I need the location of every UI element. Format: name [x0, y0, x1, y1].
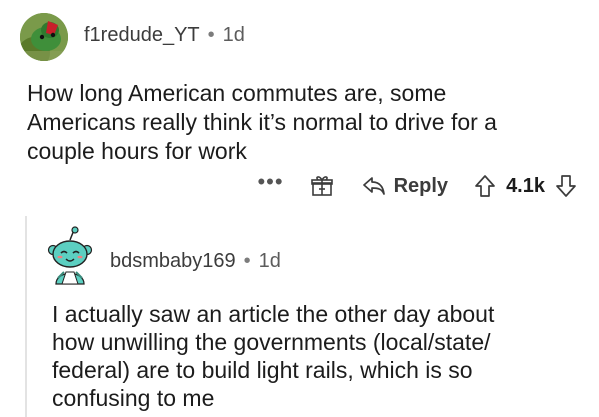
- comment-line: couple hours for work: [27, 138, 247, 164]
- username[interactable]: f1redude_YT: [84, 24, 200, 47]
- username[interactable]: bdsmbaby169: [110, 250, 236, 273]
- reply-label[interactable]: Reply: [394, 175, 448, 198]
- gift-icon[interactable]: [310, 174, 334, 198]
- comment-line: Americans really think it’s normal to dr…: [27, 109, 497, 135]
- comment-line: I actually saw an article the other day …: [52, 301, 495, 327]
- vote-controls: 4.1k: [474, 174, 577, 198]
- snoo-avatar-icon: [47, 226, 93, 285]
- comment-header: f1redude_YT • 1d: [84, 24, 245, 47]
- thread-line[interactable]: [25, 216, 27, 417]
- vote-count: 4.1k: [506, 174, 545, 197]
- reply-button[interactable]: Reply: [362, 175, 448, 198]
- timestamp[interactable]: 1d: [259, 250, 281, 273]
- comment-actions: ••• Reply 4.1k: [257, 170, 577, 202]
- frog-avatar-icon: [20, 13, 68, 61]
- meta-separator: •: [207, 24, 215, 46]
- meta-separator: •: [243, 250, 251, 272]
- more-options-button[interactable]: •••: [257, 171, 283, 193]
- comment-body: I actually saw an article the other day …: [52, 300, 592, 412]
- avatar-f1redude[interactable]: [20, 13, 68, 61]
- comment-line: confusing to me: [52, 385, 215, 411]
- comment-line: How long American commutes are, some: [27, 80, 447, 106]
- upvote-arrow-icon[interactable]: [474, 174, 496, 198]
- downvote-arrow-icon[interactable]: [555, 174, 577, 198]
- reply-arrow-icon: [362, 176, 386, 196]
- avatar-bdsmbaby169[interactable]: [44, 226, 96, 286]
- comment-body: How long American commutes are, some Ame…: [27, 79, 587, 166]
- comment-line: federal) are to build light rails, which…: [52, 357, 473, 383]
- comment-line: how unwilling the governments (local/sta…: [52, 329, 491, 355]
- comment-header: bdsmbaby169 • 1d: [110, 250, 281, 273]
- timestamp[interactable]: 1d: [223, 24, 245, 47]
